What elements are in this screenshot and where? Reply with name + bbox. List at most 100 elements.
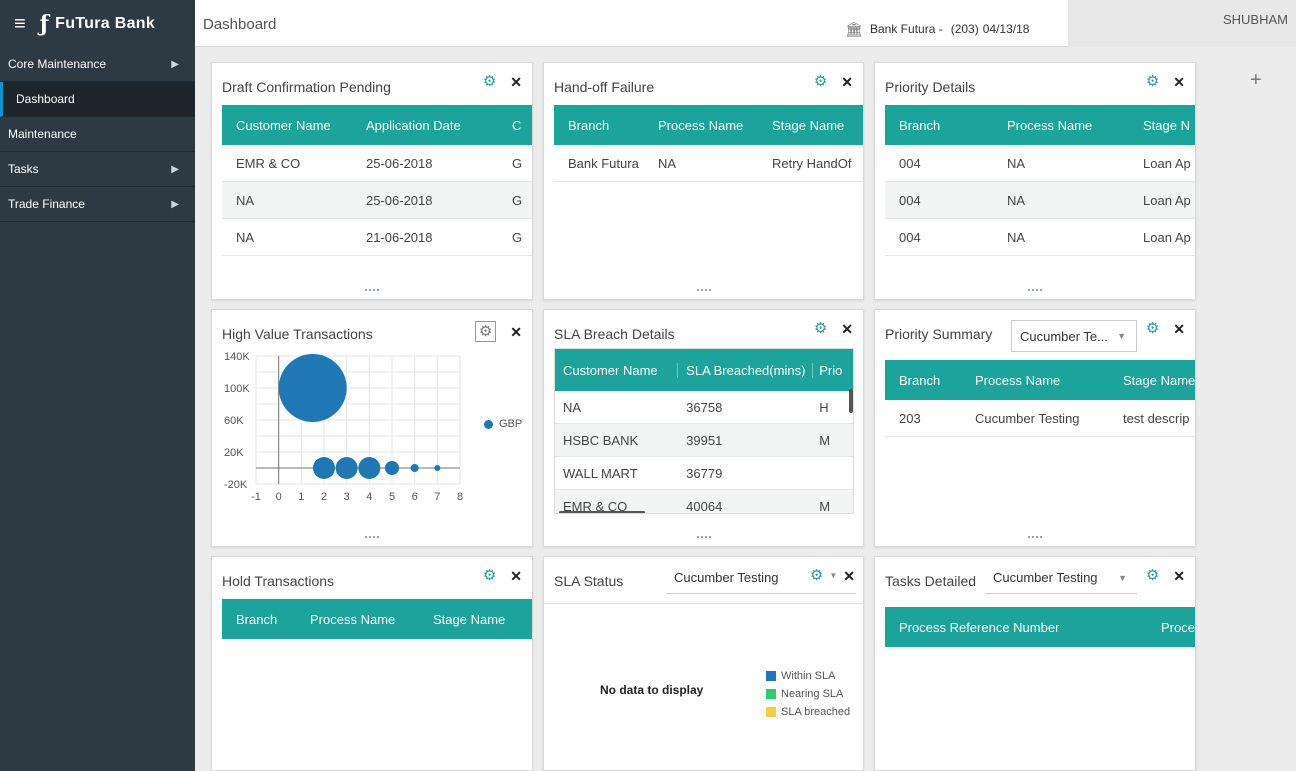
cell: 203: [899, 410, 921, 426]
close-icon[interactable]: ✕: [841, 75, 853, 89]
table-row[interactable]: Bank Futura NA Retry HandOf: [554, 145, 863, 182]
column-header[interactable]: Customer Name: [555, 362, 679, 378]
legend-label: SLA breached: [781, 706, 851, 718]
gear-icon[interactable]: ⚙: [483, 74, 496, 89]
sidebar-item-tasks[interactable]: Tasks ▶: [0, 152, 195, 187]
hamburger-menu-icon[interactable]: ≡: [14, 14, 26, 34]
cell: M: [819, 432, 831, 448]
column-header[interactable]: Process Reference Number: [885, 620, 1161, 635]
drag-handle[interactable]: [696, 289, 711, 291]
table-row[interactable]: NA 21-06-2018 G: [222, 219, 532, 256]
drag-handle[interactable]: [1028, 536, 1042, 538]
user-menu[interactable]: SHUBHAM: [1068, 0, 1296, 47]
table-header: Process Reference Number Proce: [885, 607, 1195, 647]
table-row[interactable]: EMR & CO 25-06-2018 G: [222, 145, 532, 182]
close-icon[interactable]: ✕: [510, 75, 522, 89]
drag-handle[interactable]: [696, 536, 711, 538]
column-header[interactable]: Proce: [1161, 620, 1195, 635]
close-icon[interactable]: ✕: [1173, 569, 1185, 583]
close-icon[interactable]: ✕: [510, 569, 522, 583]
close-icon[interactable]: ✕: [1173, 322, 1185, 336]
gear-icon[interactable]: ⚙: [1146, 74, 1159, 89]
column-header[interactable]: SLA Breached(mins): [678, 362, 814, 378]
cell: G: [512, 192, 523, 208]
chevron-right-icon: ▶: [171, 163, 179, 175]
vertical-scrollbar[interactable]: [849, 389, 853, 413]
column-header[interactable]: Stage Name: [433, 612, 532, 627]
table-row[interactable]: HSBC BANK 39951 M: [555, 424, 853, 457]
cell: G: [512, 155, 523, 171]
drag-handle[interactable]: [365, 289, 379, 291]
logo-icon: ƒ: [39, 10, 50, 37]
y-tick-label: 20K: [224, 447, 244, 459]
process-dropdown[interactable]: Cucumber Te... ▼: [1011, 320, 1137, 352]
business-date: 04/13/18: [982, 22, 1030, 36]
column-header[interactable]: Process Name: [658, 118, 772, 133]
table-header: Branch Process Name Stage Name: [554, 105, 863, 145]
table-header: Customer Name SLA Breached(mins) Prio: [555, 349, 853, 391]
sidebar-item-label: Tasks: [8, 162, 39, 176]
column-header[interactable]: Application Date: [366, 118, 512, 133]
add-widget-icon[interactable]: +: [1250, 69, 1262, 92]
cell: Cucumber Testing: [975, 410, 1080, 426]
no-data-message: No data to display: [600, 683, 704, 697]
close-icon[interactable]: ✕: [841, 322, 853, 336]
gear-icon[interactable]: ⚙: [1146, 568, 1159, 583]
legend-marker: [484, 419, 493, 429]
close-icon[interactable]: ✕: [843, 569, 855, 583]
cell: 21-06-2018: [366, 229, 433, 245]
column-header[interactable]: Stage N: [1143, 118, 1195, 133]
chevron-down-icon[interactable]: ▼: [829, 571, 837, 580]
table-row[interactable]: 004 NA Loan Ap: [885, 145, 1195, 182]
column-header[interactable]: Process Name: [1007, 118, 1143, 133]
column-header[interactable]: Branch: [885, 118, 1007, 133]
widget-sla-status: SLA Status Cucumber Testing ⚙ ▼ ✕ No data …: [543, 556, 864, 771]
page-title: Dashboard: [203, 16, 277, 33]
column-header[interactable]: Stage Name: [1123, 373, 1195, 388]
draft-table: Customer Name Application Date C EMR & C…: [222, 105, 532, 256]
widget-priority-details: Priority Details ⚙ ✕ Branch Process Name …: [874, 62, 1196, 300]
column-header[interactable]: Process Name: [975, 373, 1123, 388]
table-row[interactable]: 203 Cucumber Testing test descrip: [885, 400, 1195, 437]
app-header-brand: ≡ ƒ FuTura Bank: [0, 0, 195, 47]
x-tick-label: 5: [389, 491, 395, 503]
process-dropdown[interactable]: Cucumber Testing ▼: [985, 562, 1137, 594]
drag-handle[interactable]: [1028, 289, 1042, 291]
column-header[interactable]: Customer Name: [222, 118, 366, 133]
table-row[interactable]: NA 36758 H: [555, 391, 853, 424]
sidebar-item-dashboard[interactable]: Dashboard: [0, 82, 195, 117]
table-row[interactable]: 004 NA Loan Ap: [885, 182, 1195, 219]
sidebar-item-core-maintenance[interactable]: Core Maintenance ▶: [0, 47, 195, 82]
table-row[interactable]: 004 NA Loan Ap: [885, 219, 1195, 256]
gear-icon[interactable]: ⚙: [1146, 321, 1159, 336]
gear-icon[interactable]: ⚙: [810, 568, 823, 583]
priority-summary-table: Branch Process Name Stage Name 203 Cucum…: [885, 360, 1195, 437]
column-header[interactable]: Branch: [222, 612, 310, 627]
column-header[interactable]: Prio: [813, 363, 853, 378]
column-header[interactable]: Branch: [554, 118, 658, 133]
gear-icon[interactable]: ⚙: [814, 321, 827, 336]
column-header[interactable]: Branch: [885, 373, 975, 388]
drag-handle[interactable]: [365, 536, 379, 538]
sidebar-item-label: Core Maintenance: [8, 57, 107, 71]
sidebar-item-trade-finance[interactable]: Trade Finance ▶: [0, 187, 195, 222]
widget-title: Draft Confirmation Pending: [222, 79, 391, 95]
priority-details-table: Branch Process Name Stage N 004 NA Loan …: [885, 105, 1195, 256]
sidebar-item-maintenance[interactable]: Maintenance: [0, 117, 195, 152]
gear-icon[interactable]: ⚙: [483, 568, 496, 583]
gear-icon[interactable]: ⚙: [474, 321, 497, 342]
widget-title: SLA Status: [554, 573, 624, 589]
table-row[interactable]: NA 25-06-2018 G: [222, 182, 532, 219]
column-header[interactable]: Stage Name: [772, 118, 863, 133]
gear-icon[interactable]: ⚙: [814, 74, 827, 89]
table-row[interactable]: WALL MART 36779: [555, 457, 853, 490]
close-icon[interactable]: ✕: [510, 325, 522, 339]
cell: NA: [236, 229, 255, 245]
column-header[interactable]: Process Name: [310, 612, 433, 627]
cell: NA: [1007, 192, 1026, 208]
sidebar-item-label: Dashboard: [16, 92, 75, 106]
bank-info[interactable]: 🏛 Bank Futura - (203) 04/13/18: [845, 22, 1030, 37]
column-header[interactable]: C: [512, 118, 532, 133]
close-icon[interactable]: ✕: [1173, 75, 1185, 89]
y-tick-label: 100K: [224, 383, 250, 395]
